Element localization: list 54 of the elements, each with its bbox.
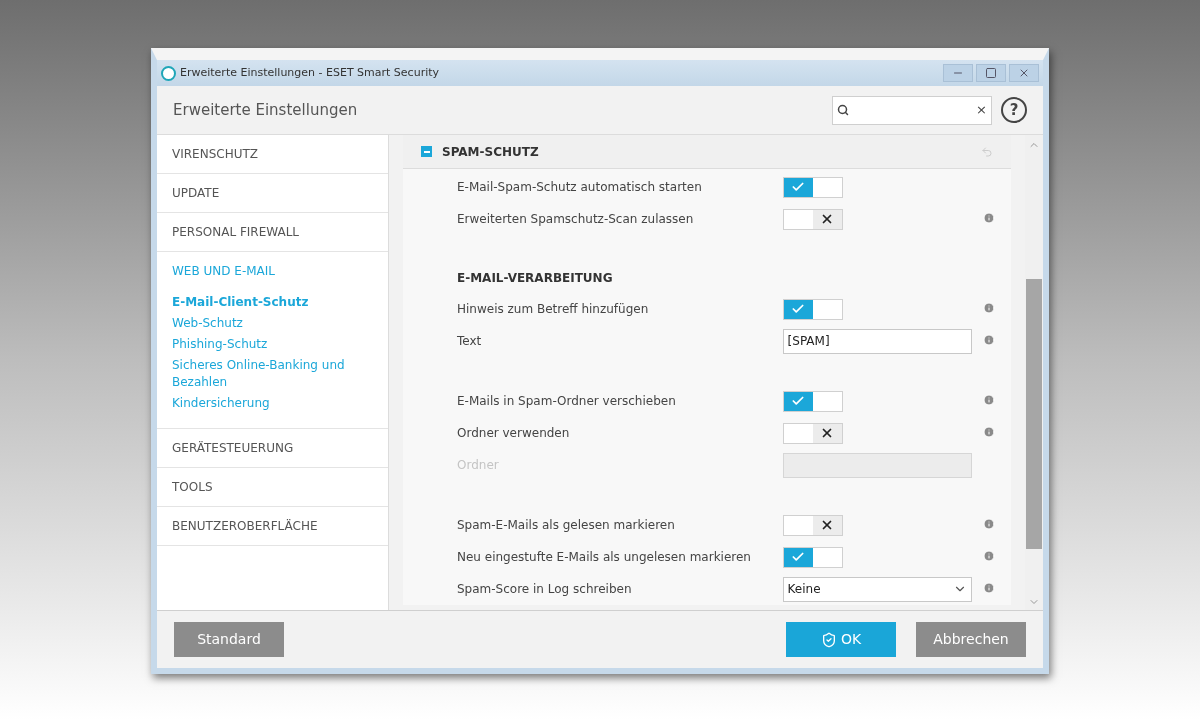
window-title: Erweiterte Einstellungen - ESET Smart Security xyxy=(180,64,440,81)
check-icon xyxy=(791,302,806,316)
dropdown[interactable]: Keine xyxy=(782,576,972,602)
close-button[interactable] xyxy=(1009,64,1039,82)
info-icon[interactable] xyxy=(983,426,996,438)
info-icon[interactable] xyxy=(983,518,996,530)
maximize-button[interactable] xyxy=(976,64,1006,82)
collapse-icon[interactable] xyxy=(421,146,432,157)
toggle-switch[interactable] xyxy=(782,546,843,568)
toggle-switch[interactable] xyxy=(782,422,843,444)
maximize-icon xyxy=(985,67,997,79)
info-icon[interactable] xyxy=(983,582,996,594)
help-button[interactable]: ? xyxy=(1001,97,1027,123)
toggle-switch[interactable] xyxy=(782,298,843,320)
page-title: Erweiterte Einstellungen xyxy=(173,99,358,121)
info-icon[interactable] xyxy=(983,302,996,314)
toggle-switch[interactable] xyxy=(782,514,843,536)
app-logo-icon xyxy=(161,65,176,81)
search-icon xyxy=(837,104,849,116)
search-field[interactable]: × xyxy=(832,95,992,125)
text-field[interactable]: [SPAM] xyxy=(782,328,972,354)
toggle-switch[interactable] xyxy=(782,208,843,230)
scrollbar[interactable] xyxy=(1025,135,1043,610)
info-icon[interactable] xyxy=(983,394,996,406)
group-heading: E-MAIL-VERARBEITUNG xyxy=(457,270,613,287)
sidebar-category[interactable]: BENUTZEROBERFLÄCHE xyxy=(157,507,388,545)
info-icon[interactable] xyxy=(983,550,996,562)
setting-label: E-Mails in Spam-Ordner verschieben xyxy=(457,393,677,410)
shield-icon xyxy=(820,631,837,648)
setting-label: Erweiterten Spamschutz-Scan zulassen xyxy=(457,211,695,228)
scrollbar-thumb[interactable] xyxy=(1026,279,1042,549)
check-icon xyxy=(791,180,806,194)
sidebar-category[interactable]: TOOLS xyxy=(157,468,388,506)
clear-button[interactable]: × xyxy=(976,100,987,120)
sidebar-category[interactable]: UPDATE xyxy=(157,174,388,212)
setting-label: Text xyxy=(457,333,483,350)
toggle-switch[interactable] xyxy=(782,176,843,198)
setting-label: Ordner verwenden xyxy=(457,425,571,442)
setting-label: Spam-E-Mails als gelesen markieren xyxy=(457,517,676,534)
setting-label: Hinweis zum Betreff hinzufügen xyxy=(457,301,650,318)
info-icon[interactable] xyxy=(983,212,996,224)
close-icon xyxy=(1018,67,1030,79)
sidebar-category[interactable]: PERSONAL FIREWALL xyxy=(157,213,388,251)
check-icon xyxy=(791,394,806,408)
setting-label: E-Mail-Spam-Schutz automatisch starten xyxy=(457,179,703,196)
minimize-button[interactable] xyxy=(943,64,973,82)
check-icon xyxy=(791,550,806,564)
info-icon[interactable] xyxy=(983,334,996,346)
toggle-switch[interactable] xyxy=(782,390,843,412)
sidebar-category[interactable]: VIRENSCHUTZ xyxy=(157,135,388,173)
section-title: SPAM-SCHUTZ xyxy=(442,143,539,161)
sidebar-category[interactable]: GERÄTESTEUERUNG xyxy=(157,429,388,467)
setting-label: Spam-Score in Log schreiben xyxy=(457,581,633,598)
setting-label: Neu eingestufte E-Mails als ungelesen markieren xyxy=(457,549,752,566)
